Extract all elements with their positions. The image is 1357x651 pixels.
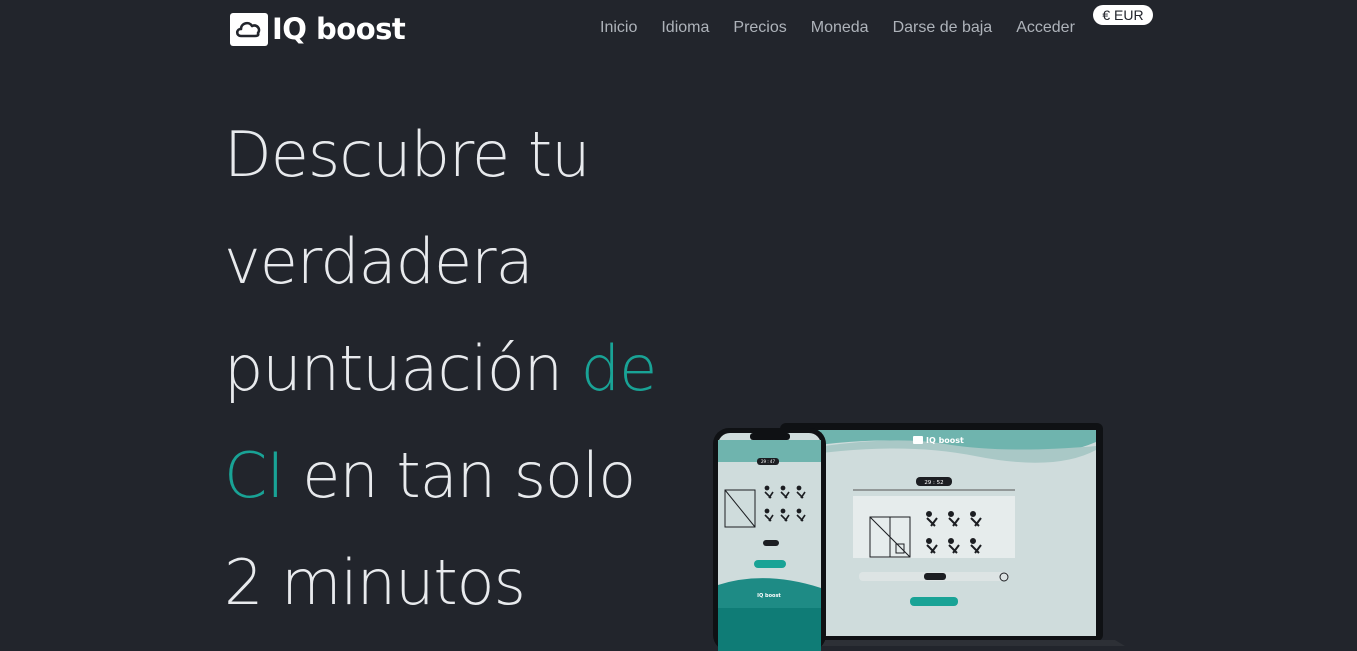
hero-line-3a: puntuación (224, 332, 581, 405)
brand-logo[interactable]: IQ boost (230, 12, 406, 46)
nav-item-precios[interactable]: Precios (733, 19, 786, 37)
device-mockup: IQ boost 29 : 52 29 : 47 IQ boost (705, 420, 1150, 651)
hero-line-4b: en tan solo (283, 439, 636, 512)
phone-brand: IQ boost (757, 593, 781, 599)
hero-headline: Descubre tu verdadera puntuación de CI e… (224, 101, 684, 636)
main-nav: Inicio Idioma Precios Moneda Darse de ba… (600, 19, 1099, 37)
nav-item-moneda[interactable]: Moneda (811, 19, 869, 37)
phone-timer: 29 : 47 (761, 459, 776, 464)
hero-accent-de: de (580, 332, 657, 405)
nav-item-idioma[interactable]: Idioma (661, 19, 709, 37)
cloud-icon (230, 12, 268, 46)
laptop-brand: IQ boost (926, 436, 964, 445)
hero-accent-ci: CI (224, 439, 285, 512)
brand-name: IQ boost (272, 12, 406, 46)
laptop-logo-icon (913, 436, 923, 444)
nav-item-acceder[interactable]: Acceder (1016, 19, 1075, 37)
nav-item-darse-de-baja[interactable]: Darse de baja (893, 19, 993, 37)
hero-line-5: 2 minutos (224, 546, 526, 619)
hero-line-1: Descubre tu (224, 118, 591, 191)
currency-badge[interactable]: € EUR (1093, 5, 1153, 25)
laptop-timer: 29 : 52 (924, 480, 943, 486)
nav-item-inicio[interactable]: Inicio (600, 19, 637, 37)
hero-line-2: verdadera (224, 225, 534, 298)
